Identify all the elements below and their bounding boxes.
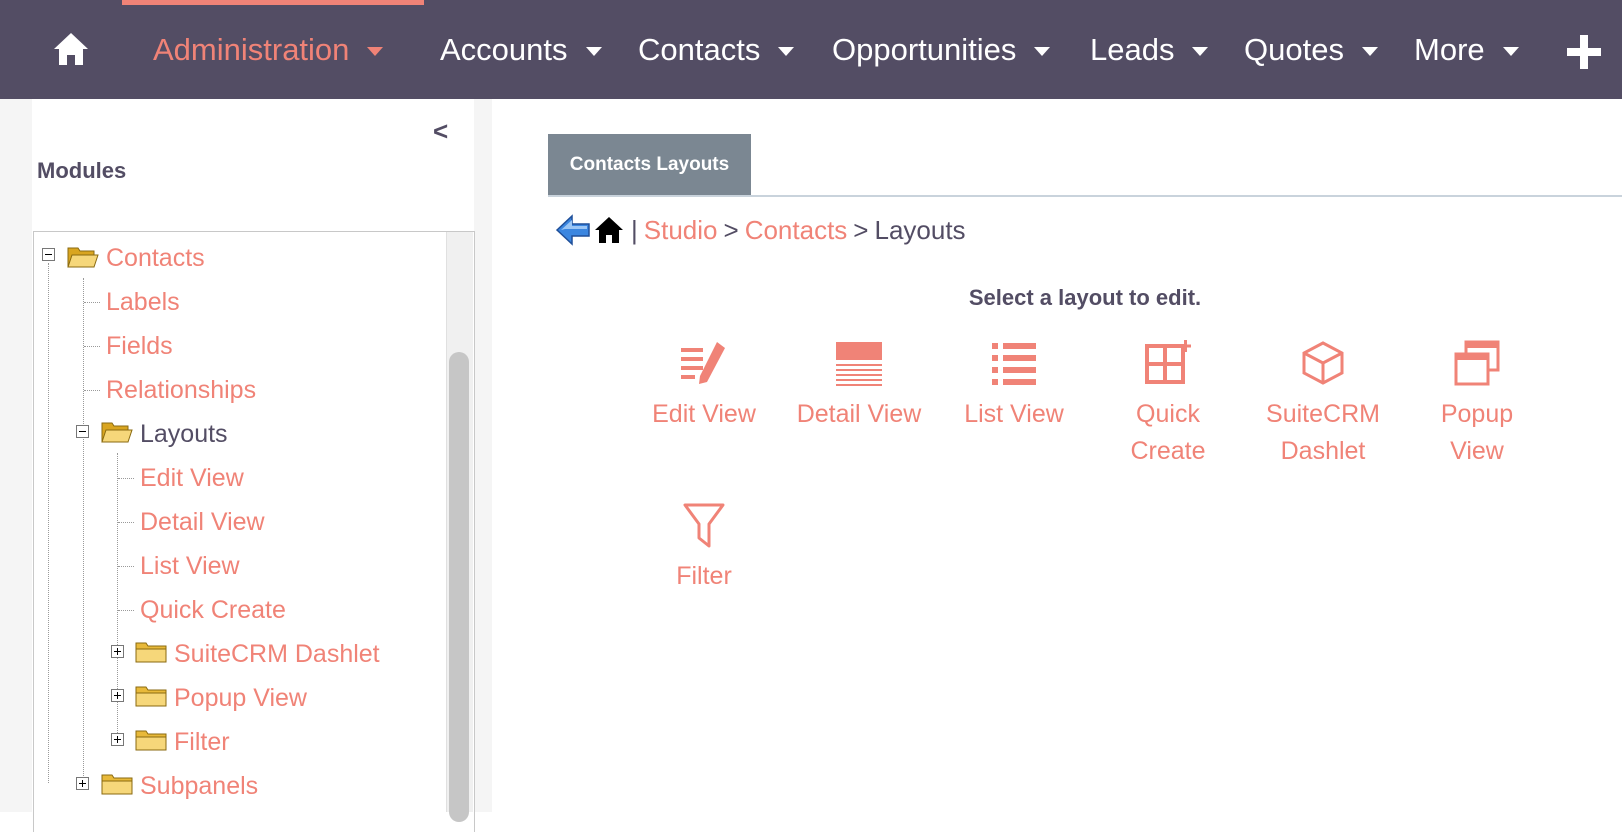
back-arrow-icon[interactable] bbox=[555, 213, 591, 247]
tree-item-relationships[interactable]: Relationships bbox=[106, 370, 256, 410]
folder-icon bbox=[135, 686, 167, 707]
nav-label: Accounts bbox=[440, 31, 568, 67]
breadcrumb-separator: > bbox=[853, 214, 869, 245]
layout-popup-view[interactable]: Popup View bbox=[1402, 340, 1552, 470]
layout-label: List View bbox=[964, 400, 1064, 428]
tree-item-subpanels[interactable]: Subpanels bbox=[140, 766, 258, 806]
breadcrumb-current: Layouts bbox=[874, 214, 966, 245]
folder-open-icon bbox=[101, 422, 133, 443]
breadcrumb: | Studio > Contacts > Layouts bbox=[555, 210, 966, 250]
tree-item-fields[interactable]: Fields bbox=[106, 326, 173, 366]
chevron-down-icon bbox=[585, 47, 602, 56]
layout-suitecrm-dashlet[interactable]: SuiteCRM Dashlet bbox=[1248, 340, 1398, 470]
home-icon[interactable] bbox=[593, 214, 625, 246]
tree-connector bbox=[48, 263, 49, 783]
layout-filter[interactable]: Filter bbox=[629, 502, 779, 595]
expand-toggle-icon[interactable] bbox=[111, 733, 124, 746]
collapse-sidebar-button[interactable]: < bbox=[433, 118, 448, 144]
collapse-toggle-icon[interactable] bbox=[42, 248, 55, 261]
tree-connector bbox=[118, 522, 134, 523]
collapse-toggle-icon[interactable] bbox=[76, 425, 89, 438]
list-view-icon bbox=[992, 343, 1036, 385]
folder-icon bbox=[101, 774, 133, 795]
folder-icon bbox=[135, 642, 167, 663]
breadcrumb-separator: > bbox=[723, 214, 739, 245]
popup-window-icon bbox=[1454, 340, 1500, 386]
nav-more[interactable]: More bbox=[1414, 0, 1519, 99]
tree-connector bbox=[83, 278, 84, 788]
detail-view-icon bbox=[836, 342, 882, 386]
tree-item-contacts[interactable]: Contacts bbox=[106, 238, 205, 278]
layout-label: Quick bbox=[1136, 400, 1200, 428]
tree-item-popup-view[interactable]: Popup View bbox=[174, 678, 307, 718]
home-icon[interactable] bbox=[52, 30, 90, 68]
tree-item-edit-view[interactable]: Edit View bbox=[140, 458, 244, 498]
tree-item-layouts[interactable]: Layouts bbox=[140, 414, 228, 454]
folder-open-icon bbox=[67, 247, 99, 268]
nav-label: More bbox=[1414, 31, 1485, 67]
breadcrumb-studio-link[interactable]: Studio bbox=[644, 215, 718, 246]
layout-label: Create bbox=[1130, 437, 1206, 465]
nav-label: Opportunities bbox=[832, 31, 1017, 67]
expand-toggle-icon[interactable] bbox=[111, 645, 124, 658]
tab-contacts-layouts[interactable]: Contacts Layouts bbox=[548, 134, 751, 195]
tree-item-filter[interactable]: Filter bbox=[174, 722, 230, 762]
nav-label: Administration bbox=[153, 31, 350, 67]
tree-connector bbox=[84, 302, 100, 303]
nav-opportunities[interactable]: Opportunities bbox=[832, 0, 1051, 99]
modules-title: Modules bbox=[37, 158, 127, 183]
tree-connector bbox=[118, 566, 134, 567]
chevron-down-icon bbox=[778, 47, 795, 56]
layout-label: Filter bbox=[676, 562, 732, 590]
layout-label: Popup bbox=[1440, 400, 1514, 428]
breadcrumb-separator: | bbox=[631, 214, 638, 245]
nav-label: Quotes bbox=[1244, 31, 1344, 67]
layout-label: View bbox=[1450, 437, 1504, 465]
left-gutter bbox=[0, 99, 32, 812]
layout-quick-create[interactable]: Quick Create bbox=[1093, 340, 1243, 470]
breadcrumb-contacts-link[interactable]: Contacts bbox=[745, 215, 848, 246]
filter-funnel-icon bbox=[683, 503, 725, 548]
tree-scrollbar-thumb[interactable] bbox=[449, 352, 469, 822]
tree-item-suitecrm-dashlet[interactable]: SuiteCRM Dashlet bbox=[174, 634, 380, 674]
tree-item-list-view[interactable]: List View bbox=[140, 546, 240, 586]
nav-label: Leads bbox=[1090, 31, 1175, 67]
nav-leads[interactable]: Leads bbox=[1090, 0, 1209, 99]
tree-item-quick-create[interactable]: Quick Create bbox=[140, 590, 286, 630]
tree-connector bbox=[84, 390, 100, 391]
folder-icon bbox=[135, 730, 167, 751]
top-navigation-bar: Administration Accounts Contacts Opportu… bbox=[0, 0, 1622, 99]
plus-icon[interactable] bbox=[1565, 33, 1603, 71]
chevron-down-icon bbox=[1502, 47, 1519, 56]
nav-contacts[interactable]: Contacts bbox=[638, 0, 795, 99]
tree-connector bbox=[84, 346, 100, 347]
nav-label: Contacts bbox=[638, 31, 761, 67]
tree-connector bbox=[118, 478, 134, 479]
nav-quotes[interactable]: Quotes bbox=[1244, 0, 1378, 99]
nav-administration[interactable]: Administration bbox=[153, 0, 384, 99]
tree-item-detail-view[interactable]: Detail View bbox=[140, 502, 265, 542]
layout-label: SuiteCRM bbox=[1266, 400, 1380, 428]
select-layout-hint: Select a layout to edit. bbox=[968, 285, 1202, 310]
chevron-down-icon bbox=[1192, 47, 1209, 56]
expand-toggle-icon[interactable] bbox=[111, 689, 124, 702]
tree-connector bbox=[118, 610, 134, 611]
layout-label: Dashlet bbox=[1280, 437, 1366, 465]
layout-list-view[interactable]: List View bbox=[939, 340, 1089, 433]
layout-edit-view[interactable]: Edit View bbox=[629, 340, 779, 433]
quick-create-icon bbox=[1145, 340, 1191, 384]
cube-icon bbox=[1302, 341, 1344, 385]
tree-item-labels[interactable]: Labels bbox=[106, 282, 180, 322]
layout-label: Detail View bbox=[796, 400, 922, 428]
chevron-down-icon bbox=[1034, 47, 1051, 56]
expand-toggle-icon[interactable] bbox=[76, 777, 89, 790]
chevron-down-icon bbox=[367, 47, 384, 56]
layout-detail-view[interactable]: Detail View bbox=[784, 340, 934, 433]
edit-view-icon bbox=[681, 342, 725, 384]
nav-accounts[interactable]: Accounts bbox=[440, 0, 602, 99]
panel-divider bbox=[474, 99, 492, 812]
layout-label: Edit View bbox=[652, 400, 756, 428]
chevron-down-icon bbox=[1361, 47, 1378, 56]
tab-underline bbox=[548, 195, 1622, 197]
